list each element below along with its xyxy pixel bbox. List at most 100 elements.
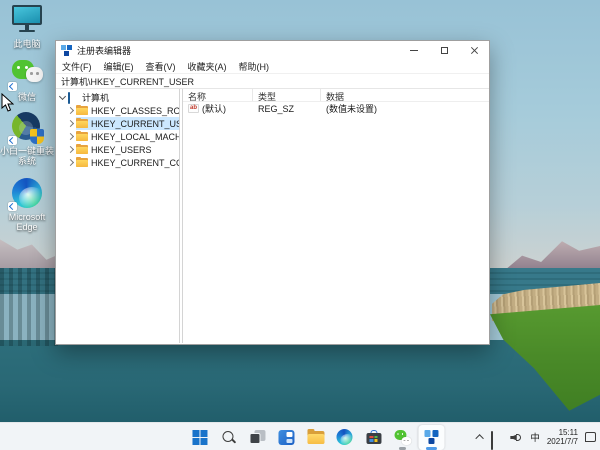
chevron-right-icon[interactable]: [66, 132, 75, 141]
edge-icon: [8, 178, 44, 211]
chevron-right-icon[interactable]: [66, 106, 75, 115]
desktop-icon-this-pc[interactable]: 此电脑: [0, 3, 54, 49]
column-header-data[interactable]: 数据: [321, 89, 489, 102]
regedit-taskbar-button[interactable]: [418, 424, 445, 450]
desktop-icon-label: Microsoft Edge: [8, 212, 46, 232]
menu-bar: 文件(F) 编辑(E) 查看(V) 收藏夹(A) 帮助(H): [56, 59, 489, 74]
minimize-button[interactable]: [399, 41, 429, 59]
desktop: 此电脑 微信 小白一键重装 系统 Microsoft Edge 注册表编辑器 文…: [0, 0, 600, 450]
windows-logo-icon: [191, 429, 207, 445]
chevron-right-icon[interactable]: [66, 158, 75, 167]
column-header-type[interactable]: 类型: [253, 89, 321, 102]
tree-item-label: HKEY_CURRENT_CONFIG: [91, 157, 179, 168]
menu-help[interactable]: 帮助(H): [239, 60, 270, 73]
tree-item-hkey-current-user[interactable]: HKEY_CURRENT_USER: [56, 117, 179, 130]
tree-item-hkey-users[interactable]: HKEY_USERS: [56, 143, 179, 156]
maximize-button[interactable]: [429, 41, 459, 59]
menu-view[interactable]: 查看(V): [146, 60, 176, 73]
running-indicator: [398, 447, 406, 450]
ime-indicator[interactable]: 中: [530, 430, 540, 444]
start-button[interactable]: [186, 425, 212, 450]
folder-icon: [76, 104, 88, 115]
network-icon[interactable]: [491, 430, 503, 450]
close-button[interactable]: [459, 41, 489, 59]
tree-item-label: HKEY_CURRENT_USER: [91, 118, 179, 129]
tree-item-computer[interactable]: 计算机: [56, 91, 179, 104]
wallpaper-water: [0, 340, 600, 422]
folder-icon: [76, 117, 88, 128]
shortcut-arrow-icon: [8, 202, 17, 211]
clock[interactable]: 15:11 2021/7/7: [547, 428, 578, 446]
value-data: (数值未设置): [326, 104, 377, 114]
wechat-icon: [8, 58, 44, 91]
close-icon: [470, 46, 478, 54]
desktop-icon-edge[interactable]: Microsoft Edge: [0, 178, 54, 232]
column-header-name[interactable]: 名称: [183, 89, 253, 102]
mouse-cursor: [1, 93, 14, 112]
taskbar: 中 15:11 2021/7/7: [0, 422, 600, 450]
wechat-icon: [393, 429, 411, 445]
shortcut-arrow-icon: [8, 136, 17, 145]
desktop-icon-xiaobai[interactable]: 小白一键重装 系统: [0, 112, 54, 166]
file-explorer-icon: [306, 428, 324, 444]
folder-icon: [76, 130, 88, 141]
store-button[interactable]: [360, 425, 386, 450]
folder-icon: [76, 143, 88, 154]
chevron-right-icon[interactable]: [66, 145, 75, 154]
regedit-app-icon: [61, 44, 72, 56]
system-tray: 中 15:11 2021/7/7: [475, 423, 596, 450]
regedit-window: 注册表编辑器 文件(F) 编辑(E) 查看(V) 收藏夹(A) 帮助(H) 计算…: [55, 40, 490, 345]
value-list: 名称 类型 数据 ab (默认) REG_SZ (数值未设置): [183, 89, 489, 343]
widgets-icon: [278, 429, 295, 445]
tree-item-label: HKEY_CLASSES_ROOT: [91, 105, 179, 116]
store-icon: [365, 430, 381, 444]
xiaobai-icon: [8, 112, 44, 145]
tree-item-hkey-classes-root[interactable]: HKEY_CLASSES_ROOT: [56, 104, 179, 117]
wallpaper-reflection: [0, 268, 60, 346]
tree-item-label: HKEY_USERS: [91, 144, 152, 155]
this-pc-icon: [10, 5, 44, 37]
string-value-icon: ab: [188, 104, 200, 113]
minimize-icon: [410, 49, 418, 51]
folder-icon: [76, 156, 88, 167]
regedit-icon: [423, 430, 439, 444]
computer-icon: [68, 92, 79, 104]
menu-favorites[interactable]: 收藏夹(A): [188, 60, 227, 73]
title-bar[interactable]: 注册表编辑器: [56, 41, 489, 59]
value-row-default[interactable]: ab (默认) REG_SZ (数值未设置): [183, 102, 489, 115]
task-view-button[interactable]: [244, 425, 270, 450]
file-explorer-button[interactable]: [302, 425, 328, 450]
wechat-taskbar-button[interactable]: [389, 425, 415, 450]
tray-overflow-chevron-icon[interactable]: [475, 434, 485, 443]
tree-item-hkey-local-machine[interactable]: HKEY_LOCAL_MACHINE: [56, 130, 179, 143]
desktop-icon-label: 此电脑: [13, 39, 41, 49]
chevron-down-icon[interactable]: [58, 92, 67, 101]
address-bar[interactable]: 计算机\HKEY_CURRENT_USER: [56, 74, 489, 89]
tray-time: 15:11: [558, 428, 578, 437]
tree-item-hkey-current-config[interactable]: HKEY_CURRENT_CONFIG: [56, 156, 179, 169]
volume-icon[interactable]: [510, 432, 523, 443]
tree-item-label: HKEY_LOCAL_MACHINE: [91, 131, 179, 142]
edge-icon: [336, 429, 353, 445]
maximize-icon: [440, 46, 448, 54]
desktop-icon-label: 小白一键重装 系统: [0, 146, 55, 166]
registry-tree: 计算机 HKEY_CLASSES_ROOT HKEY_CURRENT_USER …: [56, 89, 179, 343]
chevron-right-icon[interactable]: [66, 119, 75, 128]
tray-date: 2021/7/7: [546, 437, 578, 446]
search-icon: [221, 430, 236, 445]
search-button[interactable]: [215, 425, 241, 450]
active-indicator: [425, 447, 437, 450]
menu-edit[interactable]: 编辑(E): [104, 60, 134, 73]
address-path: 计算机\HKEY_CURRENT_USER: [61, 76, 195, 87]
task-view-icon: [249, 430, 266, 444]
tree-item-label: 计算机: [82, 93, 110, 103]
notification-center-icon[interactable]: [585, 432, 596, 442]
shortcut-arrow-icon: [8, 82, 17, 91]
list-header: 名称 类型 数据: [183, 89, 489, 102]
window-title: 注册表编辑器: [77, 45, 132, 56]
widgets-button[interactable]: [273, 425, 299, 450]
menu-file[interactable]: 文件(F): [62, 60, 92, 73]
edge-button[interactable]: [331, 425, 357, 450]
value-name: (默认): [202, 104, 227, 114]
value-type: REG_SZ: [258, 103, 295, 114]
